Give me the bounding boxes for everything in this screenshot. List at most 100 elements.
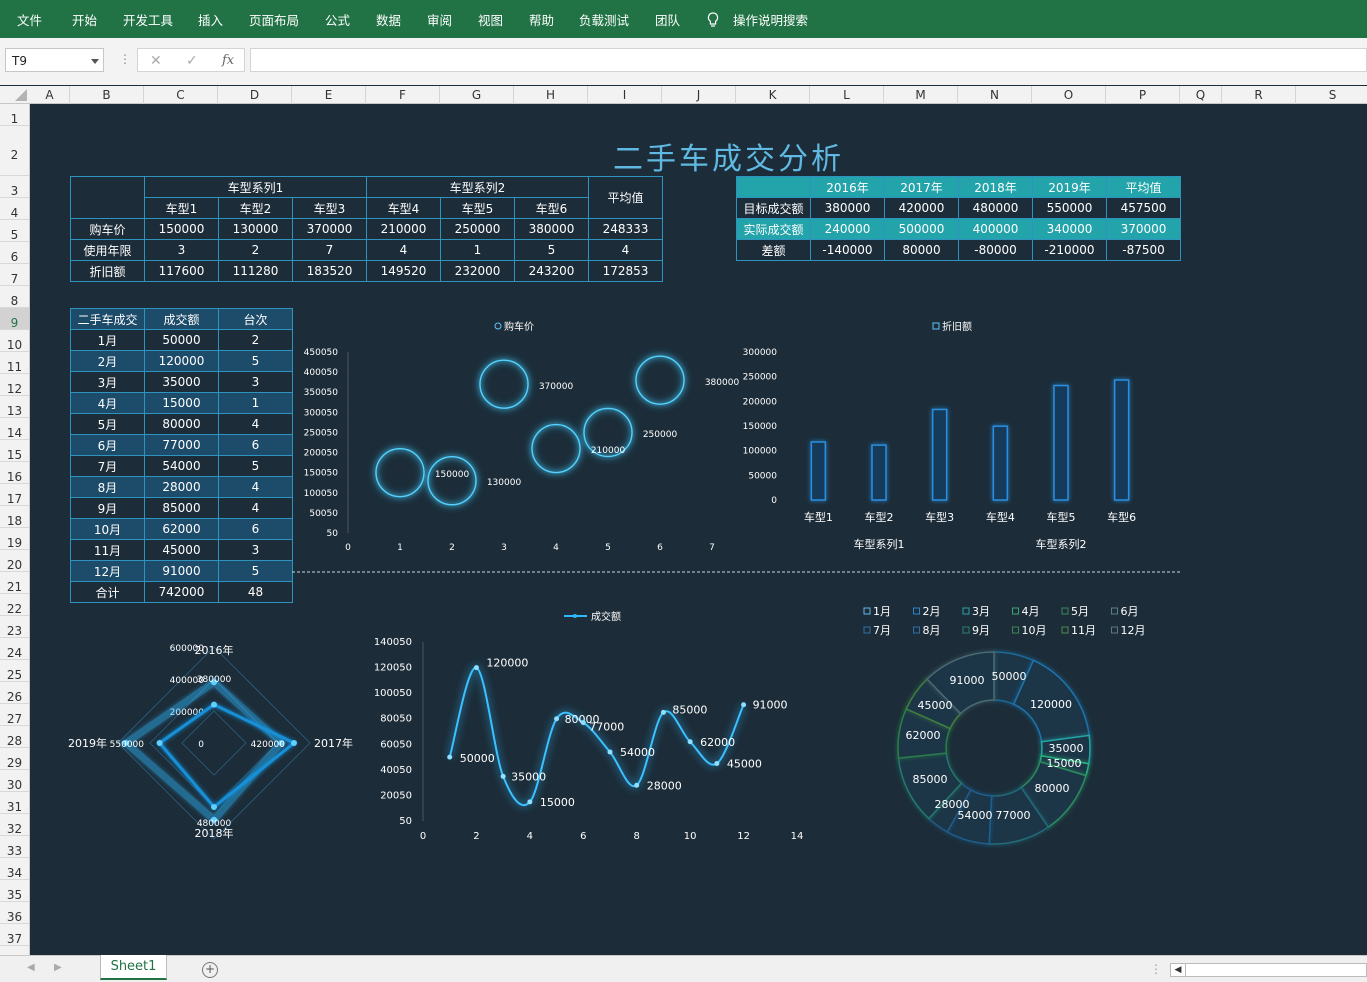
col-header-m[interactable]: M [884, 86, 958, 104]
row-header[interactable]: 24 [0, 638, 29, 660]
insert-function-icon[interactable]: fx [222, 49, 234, 73]
add-sheet-icon[interactable]: + [202, 962, 218, 978]
legend-label: 9月 [972, 624, 990, 637]
x-tick-label: 7 [709, 543, 715, 553]
row-header[interactable]: 21 [0, 572, 29, 594]
row-header[interactable]: 9 [0, 308, 29, 330]
name-box[interactable]: T9 [5, 48, 104, 72]
monthly-doughnut-chart[interactable]: 1月 2月 3月 4月 5月 6月 7月 8月 9月 10月 11月 12月 50000 120000 35… [863, 605, 1146, 845]
formula-input[interactable] [250, 48, 1367, 72]
col-header-p[interactable]: P [1106, 86, 1180, 104]
col-header-g[interactable]: G [440, 86, 514, 104]
row-header[interactable]: 19 [0, 528, 29, 550]
monthly-line-chart[interactable]: 成交额 140050 120050 100050 80050 60050 40050 2005… [374, 610, 804, 842]
scroll-left-icon[interactable]: ◀ [1171, 964, 1186, 976]
col-header-s[interactable]: S [1296, 86, 1367, 104]
tab-load-test[interactable]: 负载测试 [579, 0, 629, 38]
col-header-n[interactable]: N [958, 86, 1032, 104]
group-label: 车型系列1 [854, 537, 905, 551]
radar-series [120, 677, 287, 825]
data-label: 62000 [906, 729, 941, 742]
prev-sheet-icon[interactable]: ◀ [27, 962, 35, 973]
sheet-tab-sheet1[interactable]: Sheet1 [100, 955, 167, 980]
tab-page-layout[interactable]: 页面布局 [249, 0, 299, 38]
row-header[interactable]: 15 [0, 440, 29, 462]
row-header[interactable]: 13 [0, 396, 29, 418]
row-header[interactable]: 4 [0, 198, 29, 220]
data-label: 91000 [950, 674, 985, 687]
bubble-chart[interactable]: 购车价4500504000503500503000502500502000501… [304, 320, 740, 553]
group-label: 车型系列2 [1036, 537, 1087, 551]
col-header-e[interactable]: E [292, 86, 366, 104]
next-sheet-icon[interactable]: ▶ [54, 962, 62, 973]
enter-icon[interactable]: ✓ [186, 49, 198, 73]
row-header[interactable]: 5 [0, 220, 29, 242]
row-header[interactable]: 37 [0, 924, 29, 946]
row-header[interactable]: 34 [0, 858, 29, 880]
row-headers: 1 2 3 4 5 6 7 8 9 10 11 12 13 14 15 16 17 18 19 20 21 22 23 24 2… [0, 104, 30, 955]
row-header[interactable]: 8 [0, 286, 29, 308]
row-header[interactable]: 6 [0, 242, 29, 264]
row-header[interactable]: 23 [0, 616, 29, 638]
col-header-c[interactable]: C [144, 86, 218, 104]
col-header-j[interactable]: J [662, 86, 736, 104]
row-header[interactable]: 32 [0, 814, 29, 836]
col-header-b[interactable]: B [70, 86, 144, 104]
col-header-f[interactable]: F [366, 86, 440, 104]
tab-view[interactable]: 视图 [478, 0, 503, 38]
tab-help[interactable]: 帮助 [529, 0, 554, 38]
horizontal-scrollbar[interactable]: ◀ [1170, 963, 1367, 977]
col-header-r[interactable]: R [1222, 86, 1296, 104]
row-header[interactable]: 7 [0, 264, 29, 286]
col-header-h[interactable]: H [514, 86, 588, 104]
row-header[interactable]: 28 [0, 726, 29, 748]
col-header-l[interactable]: L [810, 86, 884, 104]
row-header[interactable]: 12 [0, 374, 29, 396]
chevron-down-icon[interactable] [91, 59, 99, 64]
row-header[interactable]: 27 [0, 704, 29, 726]
row-header[interactable]: 17 [0, 484, 29, 506]
tab-data[interactable]: 数据 [376, 0, 401, 38]
data-label: 28000 [647, 779, 682, 792]
row-header[interactable]: 11 [0, 352, 29, 374]
row-header[interactable]: 31 [0, 792, 29, 814]
col-header-i[interactable]: I [588, 86, 662, 104]
data-label: 15000 [540, 796, 575, 809]
row-header[interactable]: 20 [0, 550, 29, 572]
row-header[interactable]: 25 [0, 660, 29, 682]
col-header-q[interactable]: Q [1180, 86, 1222, 104]
col-header-k[interactable]: K [736, 86, 810, 104]
row-header[interactable]: 3 [0, 176, 29, 198]
col-header-o[interactable]: O [1032, 86, 1106, 104]
col-header-a[interactable]: A [30, 86, 70, 104]
row-header[interactable]: 10 [0, 330, 29, 352]
tab-team[interactable]: 团队 [655, 0, 680, 38]
tab-insert[interactable]: 插入 [198, 0, 223, 38]
tab-file[interactable]: 文件 [17, 0, 42, 38]
row-header[interactable]: 26 [0, 682, 29, 704]
y-tick-label: 150050 [304, 469, 339, 479]
row-header[interactable]: 14 [0, 418, 29, 440]
cancel-icon[interactable]: ✕ [150, 49, 162, 73]
row-header[interactable]: 35 [0, 880, 29, 902]
radar-chart[interactable]: 60000040000020000002016年2017年2018年2019年3… [68, 643, 353, 840]
row-header[interactable]: 18 [0, 506, 29, 528]
data-label: 50000 [460, 752, 495, 765]
tab-home[interactable]: 开始 [72, 0, 97, 38]
tab-review[interactable]: 审阅 [427, 0, 452, 38]
data-label: 85000 [913, 773, 948, 786]
row-header[interactable]: 33 [0, 836, 29, 858]
tab-formulas[interactable]: 公式 [325, 0, 350, 38]
select-all-corner[interactable] [0, 86, 30, 103]
tell-me-search[interactable]: 操作说明搜索 [733, 0, 808, 38]
depreciation-bar-chart[interactable]: 折旧额 300000 250000 200000 150000 100000 50000 0 车… [743, 320, 1137, 551]
row-header[interactable]: 1 [0, 104, 29, 126]
row-header[interactable]: 30 [0, 770, 29, 792]
row-header[interactable]: 36 [0, 902, 29, 924]
col-header-d[interactable]: D [218, 86, 292, 104]
row-header[interactable]: 29 [0, 748, 29, 770]
row-header[interactable]: 22 [0, 594, 29, 616]
tab-developer[interactable]: 开发工具 [123, 0, 173, 38]
row-header[interactable]: 16 [0, 462, 29, 484]
row-header[interactable]: 2 [0, 126, 29, 176]
